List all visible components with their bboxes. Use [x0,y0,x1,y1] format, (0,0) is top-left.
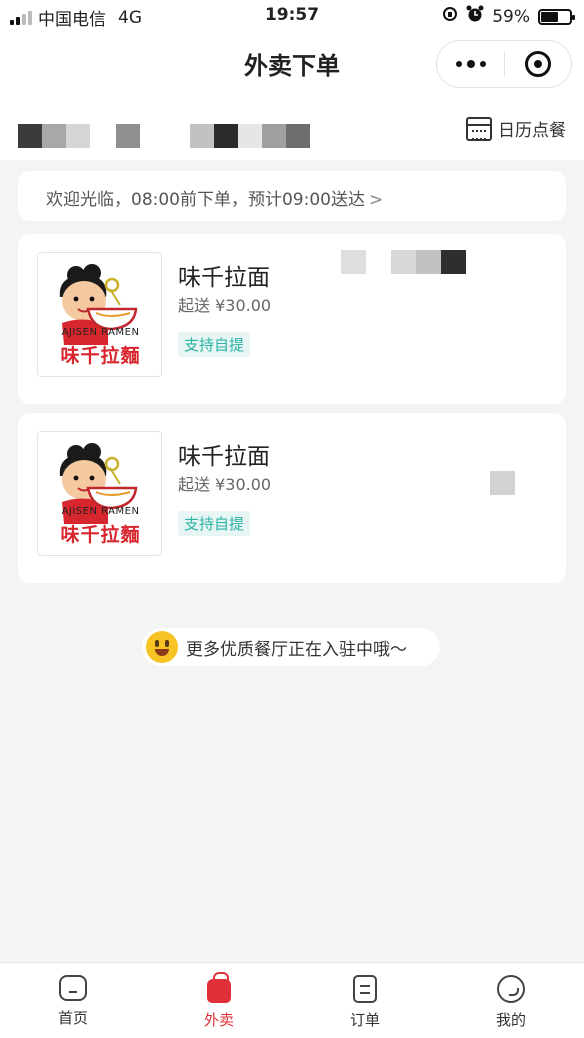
battery-icon [538,8,575,25]
delivery-notice[interactable]: 欢迎光临，08:00前下单，预计09:00送达 > [18,171,566,221]
calendar-icon [466,116,492,141]
status-bar: 中国电信 4G 19:57 59% [0,0,584,32]
tab-takeout[interactable]: 外卖 [146,963,292,1038]
tab-orders[interactable]: 订单 [292,963,438,1038]
tab-profile-label: 我的 [495,1011,526,1029]
logo-wordmark: 味千拉麵 [60,524,141,546]
more-dot [479,61,486,67]
mini-program-capsule [436,40,572,88]
more-dot [455,61,462,67]
pickup-tag: 支持自提 [178,511,251,536]
rotation-lock-icon [442,6,458,27]
battery-fill [541,11,558,22]
order-list-icon [353,975,377,1003]
alarm-icon [466,5,484,28]
restaurant-logo: AJISEN RAMEN 味千拉麵 [37,431,162,556]
takeout-bag-icon [207,972,231,1003]
more-options-button[interactable] [437,60,504,68]
battery-percent: 59% [492,6,530,27]
restaurant-logo: AJISEN RAMEN 味千拉麵 [37,252,162,377]
restaurant-name: 味千拉面 [178,444,270,470]
min-order: 起送 ¥30.00 [178,475,272,494]
tab-orders-label: 订单 [349,1011,380,1029]
location-bar: 日历点餐 [0,94,584,160]
tab-bar: 首页 外卖 订单 我的 [0,962,584,1038]
tab-home-label: 首页 [57,1009,88,1027]
logo-caption: AJISEN RAMEN [61,327,140,338]
redacted-info [341,250,466,274]
delivery-notice-text: 欢迎光临，08:00前下单，预计09:00送达 [46,190,365,210]
calendar-order-button[interactable]: 日历点餐 [466,116,566,141]
restaurant-card[interactable]: AJISEN RAMEN 味千拉麵 味千拉面 起送 ¥30.00 支持自提 [18,413,566,583]
redacted-address [18,124,310,148]
calendar-order-label: 日历点餐 [498,121,566,141]
profile-icon [497,975,525,1003]
target-icon [524,51,551,77]
status-right: 59% [442,5,575,28]
restaurant-card[interactable]: AJISEN RAMEN 味千拉麵 味千拉面 起送 ¥30.00 支持自提 [18,234,566,404]
restaurant-name: 味千拉面 [178,265,270,291]
tab-takeout-label: 外卖 [203,1011,234,1029]
more-restaurants-banner: 更多优质餐厅正在入驻中哦～ [142,628,440,666]
tab-profile[interactable]: 我的 [438,963,584,1038]
pickup-tag: 支持自提 [178,332,251,357]
home-icon [59,975,87,1001]
more-dot [466,60,475,68]
tab-home[interactable]: 首页 [0,963,146,1038]
logo-caption: AJISEN RAMEN [61,506,140,517]
more-restaurants-text: 更多优质餐厅正在入驻中哦～ [186,639,407,660]
logo-wordmark: 味千拉麵 [60,345,141,367]
min-order: 起送 ¥30.00 [178,296,272,315]
redacted-info [490,471,515,495]
nav-bar: 外卖下单 [0,32,584,94]
smiley-icon [146,631,178,663]
chevron-right-icon: > [368,190,384,210]
close-mini-program-button[interactable] [505,51,571,77]
